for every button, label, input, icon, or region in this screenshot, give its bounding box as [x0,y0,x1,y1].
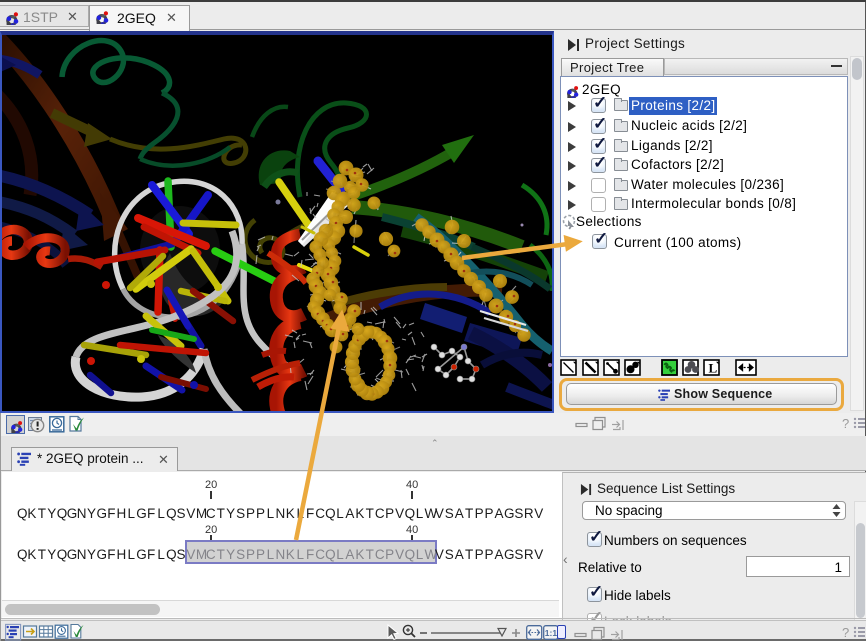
svg-text:L: L [709,361,718,376]
svg-text:1:1: 1:1 [545,628,558,638]
